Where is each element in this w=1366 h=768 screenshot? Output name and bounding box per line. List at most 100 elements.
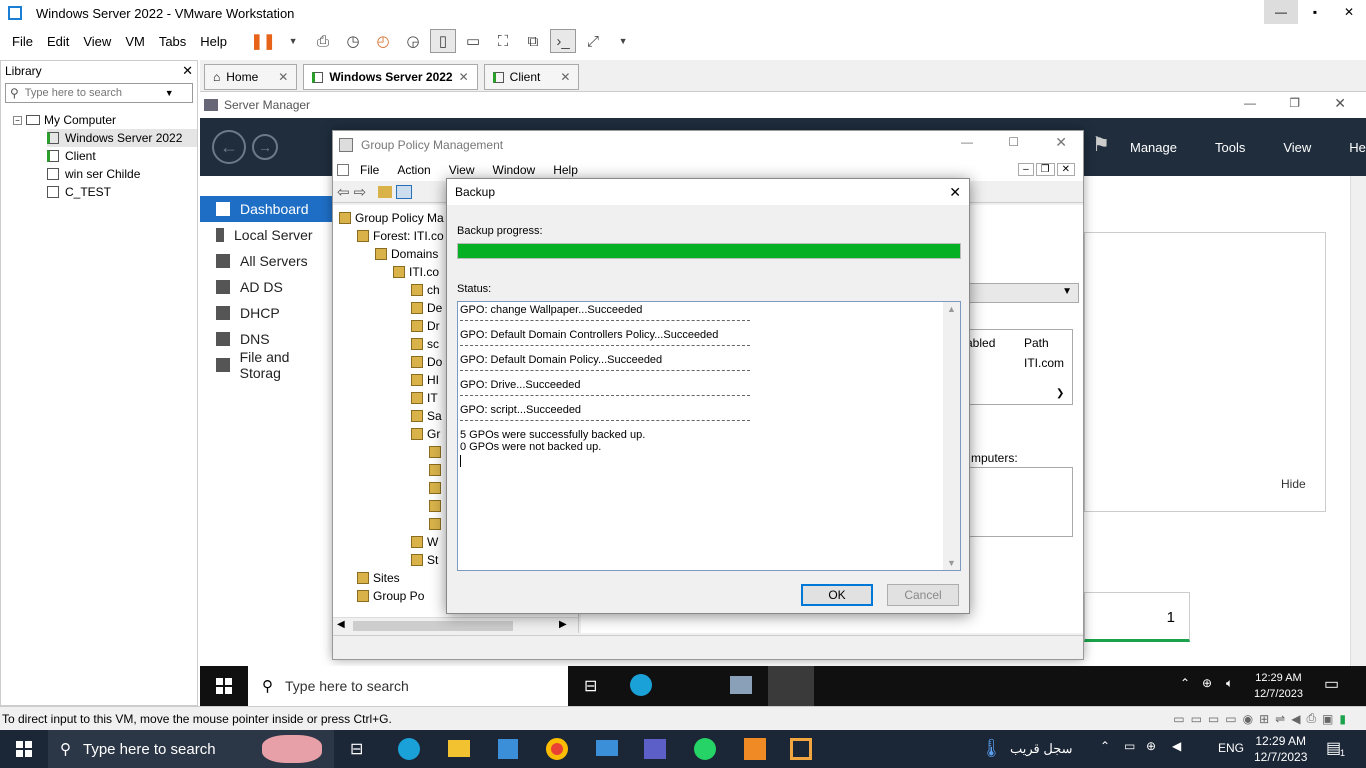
task-view-icon[interactable]: ⊟ — [584, 676, 597, 696]
sidebar-item-local-server[interactable]: Local Server — [200, 222, 332, 248]
tree-root[interactable]: − My Computer — [13, 111, 197, 129]
vm-clock[interactable]: 12:29 AM 12/7/2023 — [1254, 670, 1303, 702]
printer-icon[interactable]: ⎙ — [1306, 711, 1316, 726]
scroll-up-icon[interactable]: ▲ — [947, 304, 956, 314]
library-search-input[interactable] — [24, 87, 165, 99]
chevron-up-icon[interactable]: ⌃ — [1180, 676, 1190, 690]
language-label[interactable]: ENG — [1218, 741, 1244, 755]
start-icon[interactable] — [216, 678, 232, 694]
vmware-task-icon[interactable] — [790, 738, 812, 760]
close-icon[interactable]: ✕ — [182, 63, 193, 79]
menu-manage[interactable]: Manage — [1130, 140, 1177, 155]
scroll-down-icon[interactable]: ▼ — [947, 558, 956, 568]
app-icon[interactable] — [744, 738, 766, 760]
tab-home[interactable]: ⌂ Home ✕ — [204, 64, 298, 90]
menu-file[interactable]: File — [5, 34, 40, 49]
scroll-left-icon[interactable]: ◀ — [337, 619, 345, 630]
forward-arrow-icon[interactable]: ⇨ — [354, 183, 367, 201]
vm-display[interactable]: Server Manager — ❐ ✕ ← → ⚑ Manage Tools … — [200, 92, 1366, 706]
volume-icon[interactable]: 🔈︎ — [1226, 676, 1233, 691]
chevron-down-icon[interactable]: ▼ — [165, 88, 174, 98]
vm-search-box[interactable]: ⚲ Type here to search — [248, 666, 568, 706]
notification-icon[interactable]: ▤ — [1326, 738, 1341, 758]
stretch-dropdown-icon[interactable]: ▼ — [610, 29, 636, 53]
menu-edit[interactable]: Edit — [40, 34, 76, 49]
menu-file[interactable]: File — [353, 163, 386, 177]
cd-icon[interactable]: ◉ — [1243, 712, 1253, 726]
revert-snapshot-icon[interactable]: ◴ — [370, 29, 396, 53]
network-adapter-icon[interactable]: ⊞ — [1259, 712, 1269, 726]
menu-help[interactable]: Help — [546, 163, 585, 177]
flag-icon[interactable]: ⚑ — [1092, 132, 1110, 157]
sidebar-item-dashboard[interactable]: Dashboard — [200, 196, 332, 222]
network-icon[interactable]: ⊕ — [1202, 676, 1212, 690]
sidebar-item-file-storage[interactable]: File and Storag — [200, 349, 332, 381]
menu-view[interactable]: View — [1283, 140, 1311, 155]
send-ctrl-alt-del-icon[interactable]: ⎙ — [310, 29, 336, 53]
close-button[interactable]: ✕ — [949, 184, 961, 201]
whatsapp-icon[interactable] — [694, 738, 716, 760]
snapshot-manager-icon[interactable]: ◶ — [400, 29, 426, 53]
maximize-button[interactable]: ☐ — [1008, 135, 1019, 149]
scroll-right-icon[interactable]: ❯ — [1056, 388, 1064, 399]
maximize-button[interactable]: ▪ — [1298, 0, 1332, 24]
sound-icon[interactable]: ◀ — [1291, 712, 1300, 726]
edge-icon[interactable] — [630, 674, 652, 696]
notification-icon[interactable]: ▭ — [1324, 674, 1339, 694]
library-item[interactable]: Windows Server 2022 — [47, 129, 197, 147]
sidebar-item-all-servers[interactable]: All Servers — [200, 248, 332, 274]
close-icon[interactable]: ✕ — [459, 70, 469, 84]
host-clock[interactable]: 12:29 AM 12/7/2023 — [1254, 733, 1307, 765]
menu-action[interactable]: Action — [390, 163, 437, 177]
close-button[interactable]: ✕ — [1332, 0, 1366, 24]
sidebar-item-ad-ds[interactable]: AD DS — [200, 274, 332, 300]
minimize-button[interactable]: — — [961, 135, 973, 149]
scroll-right-icon[interactable]: ▶ — [559, 619, 567, 630]
hdd-icon[interactable]: ▭ — [1191, 712, 1202, 726]
chrome-icon[interactable] — [546, 738, 568, 760]
hdd-icon[interactable]: ▭ — [1225, 712, 1236, 726]
restore-button[interactable]: ❐ — [1035, 163, 1055, 176]
close-icon[interactable]: ✕ — [278, 70, 288, 84]
start-icon[interactable] — [16, 741, 32, 757]
edge-icon[interactable] — [398, 738, 420, 760]
collapse-icon[interactable]: − — [13, 115, 22, 125]
menu-view[interactable]: View — [442, 163, 482, 177]
suspend-icon[interactable]: ❚❚ — [250, 29, 276, 53]
up-folder-icon[interactable] — [378, 185, 393, 198]
library-view-icon[interactable]: ▯ — [430, 29, 457, 53]
file-explorer-icon[interactable] — [448, 740, 470, 757]
hdd-icon[interactable]: ▭ — [1208, 712, 1219, 726]
scroll-thumb[interactable] — [353, 621, 513, 631]
host-search-box[interactable]: ⚲ Type here to search — [48, 730, 334, 768]
message-icon[interactable]: ▮ — [1339, 712, 1346, 726]
show-tree-icon[interactable] — [396, 184, 413, 199]
cancel-button[interactable]: Cancel — [887, 584, 959, 606]
close-icon[interactable]: ✕ — [560, 70, 570, 84]
scrollbar-vertical[interactable] — [1350, 176, 1366, 666]
tab-client[interactable]: Client ✕ — [483, 64, 580, 90]
hdd-icon[interactable]: ▭ — [1173, 712, 1184, 726]
stretch-icon[interactable]: ⤢ — [580, 29, 606, 53]
menu-help[interactable]: Help — [193, 34, 234, 49]
mail-icon[interactable] — [596, 740, 618, 756]
chevron-up-icon[interactable]: ⌃ — [1100, 739, 1110, 753]
console-view-icon[interactable]: ›_ — [550, 29, 577, 53]
battery-icon[interactable]: ▭ — [1124, 739, 1135, 753]
close-button[interactable]: ✕ — [1055, 134, 1067, 151]
menu-vm[interactable]: VM — [118, 34, 152, 49]
snapshot-icon[interactable]: ◷ — [340, 29, 366, 53]
hide-link[interactable]: Hide — [1281, 477, 1306, 491]
menu-tabs[interactable]: Tabs — [152, 34, 193, 49]
details-dropdown[interactable]: ▼ — [961, 283, 1079, 303]
sidebar-item-dhcp[interactable]: DHCP — [200, 300, 332, 326]
library-search[interactable]: ⚲ ▼ — [5, 83, 193, 103]
gpm-task-icon[interactable] — [768, 666, 814, 706]
menu-window[interactable]: Window — [486, 163, 543, 177]
usb-icon[interactable]: ⇌ — [1275, 712, 1285, 726]
menu-view[interactable]: View — [76, 34, 118, 49]
menu-tools[interactable]: Tools — [1215, 140, 1245, 155]
log-scrollbar[interactable]: ▲ ▼ — [943, 302, 960, 570]
weather-text[interactable]: سجل قريب — [1010, 741, 1073, 757]
forward-icon[interactable]: → — [252, 134, 278, 160]
